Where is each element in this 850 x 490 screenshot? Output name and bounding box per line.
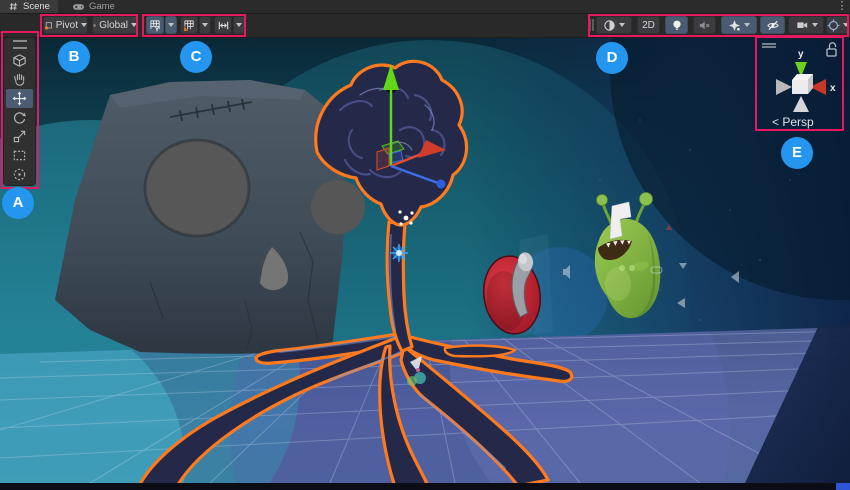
scene-grid-icon [8,1,19,12]
snap-increment-dropdown[interactable] [233,16,245,34]
scale-icon [12,129,27,144]
camera-icon [795,19,809,31]
annotation-badge-c: C [180,41,212,73]
transform-tool-icon [12,167,27,182]
chevron-down-icon [236,23,242,27]
tool-rect[interactable] [6,146,33,165]
tool-move[interactable] [6,89,33,108]
axis-y-label: y [798,49,804,60]
chevron-down-icon [843,23,849,27]
scene-toolbar: Pivot Global Y [0,13,850,38]
chevron-down-icon [202,23,208,27]
scene-lighting-button[interactable] [665,16,688,34]
pivot-icon [44,19,53,32]
tab-scene[interactable]: Scene [0,0,58,13]
tab-game[interactable]: Game [64,0,123,13]
eye-slash-icon [766,19,780,32]
snap-increment-button[interactable] [214,16,232,34]
rotate-icon [12,110,27,125]
snap-to-grid-dropdown[interactable] [199,16,211,34]
window-menu-icon[interactable]: ⋮ [836,0,848,12]
pivot-mode-button[interactable]: Pivot [43,16,88,34]
tool-view-hand[interactable] [6,70,33,89]
snap-grid-icon [183,19,196,32]
tab-scene-label: Scene [23,1,50,12]
grid-y-icon: Y [149,19,162,32]
globe-icon [93,19,96,32]
scene-visibility-button[interactable] [760,16,785,34]
gizmo-center-cube[interactable] [792,80,808,94]
gizmos-crosshair-icon [827,19,840,32]
grid-visibility-dropdown[interactable] [165,16,177,34]
orientation-mode-button[interactable]: Global [92,16,138,34]
tool-transform[interactable] [6,165,33,184]
tab-game-label: Game [89,1,115,12]
snap-to-grid-button[interactable] [180,16,198,34]
svg-text:Y: Y [155,27,159,31]
effects-star-icon [728,19,741,32]
audio-toggle-button[interactable] [693,16,716,34]
axis-x-label: x [830,83,836,94]
global-label: Global [99,20,128,31]
annotation-badge-a: A [2,187,34,219]
rect-tool-icon [12,148,27,163]
gizmos-toggle-button[interactable] [826,16,850,34]
bottom-bar-accent [836,483,850,490]
shading-mode-button[interactable] [596,16,632,34]
tool-rotate[interactable] [6,108,33,127]
scene-viewport[interactable]: y x < Persp [0,37,850,483]
hand-icon [12,72,27,87]
light-bulb-icon [671,19,683,32]
2d-label: 2D [642,20,655,31]
toolbar-drag-handle[interactable] [589,19,594,31]
2d-toggle-button[interactable]: 2D [637,16,660,34]
gamepad-icon [72,1,85,12]
tool-box[interactable] [6,51,33,70]
move-icon [12,91,27,106]
tools-overlay [3,37,36,186]
snap-increment-icon [217,19,230,32]
annotation-badge-e: E [781,137,813,169]
unity-scene-view: Scene Game ⋮ Pivot [0,0,850,490]
annotation-badge-d: D [596,42,628,74]
chevron-down-icon [81,23,87,27]
tools-drag-handle-icon[interactable] [13,40,27,49]
bottom-bar [0,483,850,490]
chevron-down-icon [812,23,818,27]
camera-settings-button[interactable] [788,16,824,34]
shading-sphere-icon [603,19,616,32]
chevron-down-icon [619,23,625,27]
tool-scale[interactable] [6,127,33,146]
scene-effects-button[interactable] [721,16,757,34]
grid-visibility-button[interactable]: Y [146,16,164,34]
tab-strip: Scene Game ⋮ [0,0,850,14]
pivot-label: Pivot [56,20,78,31]
chevron-down-icon [131,23,137,27]
annotation-badge-b: B [58,41,90,73]
projection-label[interactable]: < Persp [772,115,814,129]
speaker-muted-icon [698,19,711,32]
chevron-down-icon [744,23,750,27]
cube-icon [12,53,27,68]
chevron-down-icon [168,23,174,27]
